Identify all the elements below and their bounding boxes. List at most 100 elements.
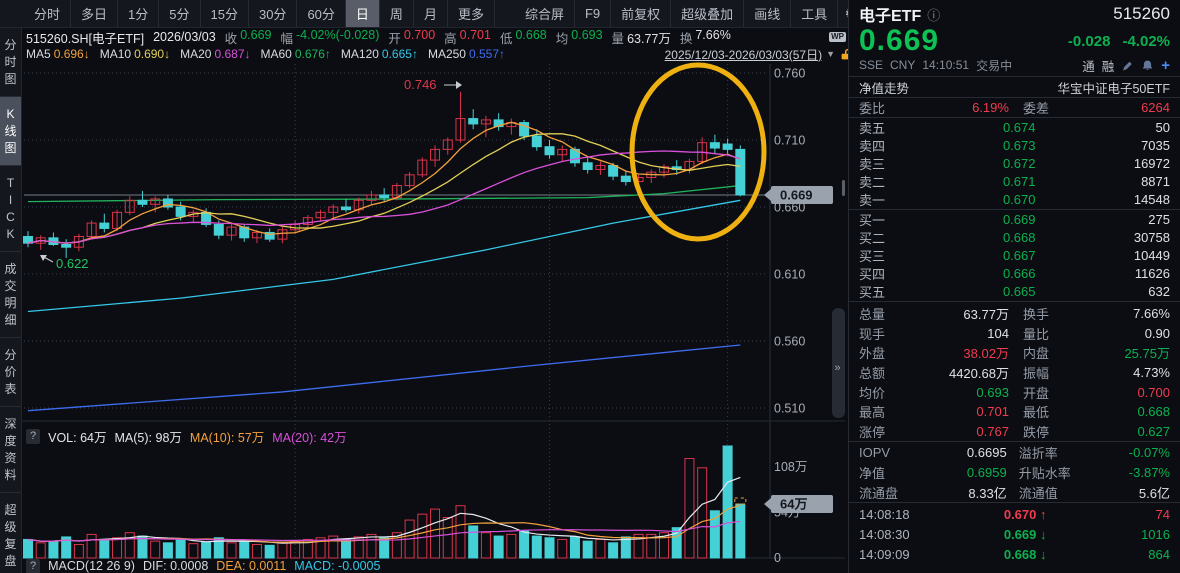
sidebar-item[interactable]: K线图: [0, 97, 21, 166]
ma-value: 0.676↑: [295, 47, 331, 61]
candlestick-chart[interactable]: 0.7600.7100.6600.6100.5600.510108万54万00.…: [22, 62, 845, 573]
sidebar-item[interactable]: 深度资料: [0, 407, 21, 493]
tick-time: 14:08:30: [859, 527, 923, 542]
quote-field: 收0.669: [225, 28, 272, 47]
toolbar-button[interactable]: 画线: [744, 0, 791, 27]
stat-value: 8.33亿: [915, 483, 1007, 502]
order-price: 0.674: [901, 120, 1036, 135]
period-tab[interactable]: 30分: [249, 0, 297, 27]
period-tab[interactable]: 月: [414, 0, 448, 27]
stat-label: 最低: [1009, 402, 1071, 421]
sidebar-item-char: 复: [4, 536, 16, 552]
order-qty: 14548: [1036, 192, 1171, 207]
svg-text:0.669: 0.669: [780, 187, 813, 202]
sidebar-item[interactable]: 成交明细: [0, 252, 21, 338]
sidebar-item-char: 料: [4, 467, 16, 483]
quote-field: 量63.77万: [612, 28, 671, 47]
wp-window-icon[interactable]: WP: [829, 32, 846, 42]
sidebar-item[interactable]: 分时图: [0, 28, 21, 97]
ma-label: MA250: [428, 47, 466, 61]
order-level-label: 买四: [859, 264, 901, 283]
order-price: 0.667: [901, 248, 1036, 263]
add-to-watchlist-icon[interactable]: +: [1161, 57, 1170, 74]
stat-row: 总量63.77万换手7.66%: [859, 304, 1170, 324]
toolbar-button[interactable]: 超级叠加: [671, 0, 744, 27]
period-tab[interactable]: 多日: [71, 0, 118, 27]
svg-text:0.710: 0.710: [774, 134, 805, 148]
range-dropdown-arrow-icon: ▼: [826, 49, 835, 59]
weibi-value: 6.19%: [905, 100, 1009, 115]
bid-row[interactable]: 买四0.66611626: [859, 265, 1170, 283]
volume-help-icon[interactable]: ?: [26, 429, 40, 444]
macd-help-icon[interactable]: ?: [26, 559, 40, 573]
tick-row: 14:08:180.670 ↑74: [859, 505, 1170, 525]
stat-label: 换手: [1009, 304, 1071, 323]
stat-row: 现手104量比0.90: [859, 323, 1170, 343]
iopv-row: 净值0.6959升贴水率-3.87%: [859, 463, 1170, 483]
bid-row[interactable]: 买五0.665632: [859, 283, 1170, 301]
period-tab[interactable]: 日: [346, 0, 380, 27]
toolbar-button[interactable]: 前复权: [611, 0, 671, 27]
quote-field-key: 均: [556, 28, 569, 47]
ask-row[interactable]: 卖三0.67216972: [859, 154, 1170, 172]
quote-field-value: 63.77万: [627, 28, 671, 47]
sidebar-item[interactable]: 分价表: [0, 338, 21, 407]
period-tab[interactable]: 分时: [24, 0, 71, 27]
order-price: 0.671: [901, 174, 1036, 189]
stat-label: 量比: [1009, 324, 1071, 343]
period-tab[interactable]: 60分: [297, 0, 345, 27]
toolbar-button[interactable]: 工具: [791, 0, 838, 27]
period-tab[interactable]: 更多: [448, 0, 495, 27]
quote-field-key: 收: [225, 28, 238, 47]
ma-legend-item: MA600.676↑: [261, 47, 331, 61]
tick-qty: 864: [1047, 547, 1171, 562]
quote-field: 幅-4.02%(-0.028): [280, 28, 379, 47]
order-qty: 632: [1036, 284, 1171, 299]
quote-field-value: 0.669: [240, 28, 271, 47]
toolbar-button[interactable]: F9: [575, 0, 611, 27]
bid-row[interactable]: 买二0.66830758: [859, 228, 1170, 246]
sidebar-item-char: 表: [4, 381, 16, 397]
bid-row[interactable]: 买一0.669275: [859, 210, 1170, 228]
macd-value: MACD: -0.0005: [294, 559, 380, 573]
quote-field-key: 低: [500, 28, 513, 47]
ask-row[interactable]: 卖四0.6737035: [859, 136, 1170, 154]
fund-row[interactable]: 净值走势 华宝中证电子50ETF: [859, 77, 1170, 97]
period-tab[interactable]: 周: [380, 0, 414, 27]
stat-row: 外盘38.02万内盘25.75万: [859, 343, 1170, 363]
info-icon[interactable]: ⓘ: [927, 5, 940, 24]
stat-label: 跌停: [1009, 422, 1071, 441]
period-tab[interactable]: 5分: [159, 0, 200, 27]
svg-text:0.622: 0.622: [56, 256, 89, 271]
edit-pencil-icon[interactable]: [1121, 59, 1134, 72]
stat-label: IOPV: [859, 445, 915, 460]
stat-label: 总量: [859, 304, 905, 323]
toolbar-button[interactable]: 综合屏: [515, 0, 575, 27]
date-range-selector[interactable]: 2025/12/03-2026/03/03(57日) ▼: [665, 46, 852, 63]
market-meta-row: SSE CNY 14:10:51 交易中 通 融 +: [859, 56, 1170, 74]
ma-label: MA120: [341, 47, 379, 61]
order-qty: 30758: [1036, 230, 1171, 245]
ask-row[interactable]: 卖五0.67450: [859, 118, 1170, 136]
quote-field-key: 换: [680, 28, 693, 47]
scrollbar-thumb[interactable]: [842, 180, 845, 196]
alert-bell-icon[interactable]: [1141, 59, 1154, 72]
sidebar-item[interactable]: 超级复盘: [0, 493, 21, 573]
stat-label: 溢折率: [1007, 443, 1083, 462]
sidebar-item-char: 度: [4, 433, 16, 449]
ask-row[interactable]: 卖二0.6718871: [859, 173, 1170, 191]
sidebar-item-char: 分: [4, 37, 16, 53]
bid-row[interactable]: 买三0.66710449: [859, 246, 1170, 264]
nav-trend-link[interactable]: 净值走势: [859, 78, 909, 97]
ask-row[interactable]: 卖一0.67014548: [859, 191, 1170, 209]
stat-row: 总额4420.68万振幅4.73%: [859, 363, 1170, 383]
period-tab[interactable]: 1分: [118, 0, 159, 27]
stat-row: 均价0.693开盘0.700: [859, 382, 1170, 402]
period-tab[interactable]: 15分: [201, 0, 249, 27]
sidebar-item[interactable]: TICK: [0, 166, 21, 252]
ma-value: 0.665↑: [382, 47, 418, 61]
order-price: 0.665: [901, 284, 1036, 299]
order-level-label: 卖四: [859, 136, 901, 155]
price-row: 0.669 -0.028 -4.02%: [859, 26, 1170, 56]
stat-value: 0.693: [905, 385, 1009, 400]
